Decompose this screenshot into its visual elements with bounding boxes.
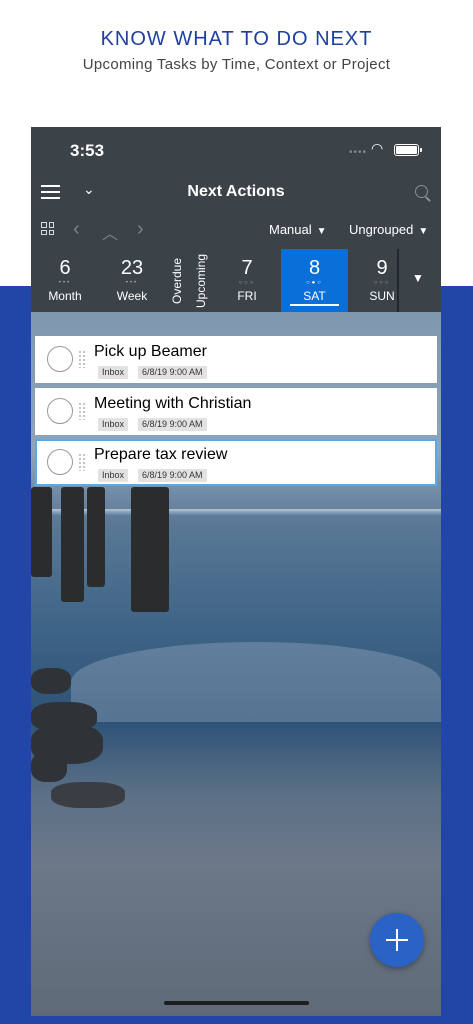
week-number: 23 <box>120 257 144 279</box>
hamburger-menu-icon[interactable] <box>41 185 60 199</box>
context-tag: Inbox <box>98 366 129 379</box>
month-dots: ••• <box>58 280 72 286</box>
chevron-right-icon[interactable]: › <box>137 218 144 241</box>
pier-post <box>131 487 169 612</box>
week-label: Week <box>116 289 148 303</box>
sat-number: 8 <box>308 257 321 279</box>
wifi-icon: ◠ <box>371 140 384 156</box>
date-tab-fri[interactable]: 7 ○○○ FRI <box>221 249 273 312</box>
sun-number: 9 <box>376 257 388 279</box>
sun-dots: ○○○ <box>373 280 391 286</box>
toolbar: ‹ ︿ › Manual ▼ Ungrouped ▼ <box>31 212 441 249</box>
sort-dropdown[interactable]: Manual ▼ <box>269 222 327 237</box>
drag-handle-icon[interactable] <box>78 402 86 420</box>
pier-post <box>31 487 52 577</box>
task-row[interactable]: Pick up Beamer Inbox 6/8/19 9:00 AM <box>35 336 437 383</box>
pier-post <box>61 487 84 602</box>
pier-post <box>87 487 105 587</box>
rock <box>51 782 125 808</box>
task-title: Pick up Beamer <box>94 343 207 360</box>
sort-label: Manual <box>269 222 312 237</box>
search-icon[interactable] <box>415 185 428 198</box>
complete-checkbox[interactable] <box>47 398 73 424</box>
due-date-tag: 6/8/19 9:00 AM <box>138 469 207 482</box>
chevron-down-icon[interactable]: ⌄ <box>83 181 95 198</box>
context-tag: Inbox <box>98 418 129 431</box>
status-time: 3:53 <box>70 141 105 160</box>
complete-checkbox[interactable] <box>47 449 73 475</box>
due-date-tag: 6/8/19 9:00 AM <box>138 366 207 379</box>
sat-dots: ○●○ <box>306 280 323 286</box>
signal-dots-icon: •••• <box>349 147 368 158</box>
date-strip: 6 ••• Month 23 ••• Week Overdue Upcoming… <box>31 249 441 312</box>
wave-foam <box>71 642 441 722</box>
task-row[interactable]: Prepare tax review Inbox 6/8/19 9:00 AM <box>35 439 437 486</box>
task-title: Meeting with Christian <box>94 395 252 412</box>
chevron-down-icon[interactable]: ▼ <box>412 271 424 285</box>
battery-icon <box>394 144 419 156</box>
drag-handle-icon[interactable] <box>78 453 86 471</box>
date-tab-week[interactable]: 23 ••• Week <box>105 249 159 312</box>
navigation-bar: ⌄ Next Actions <box>31 172 441 212</box>
task-title: Prepare tax review <box>94 446 228 463</box>
promo-subline: Upcoming Tasks by Time, Context or Proje… <box>82 56 391 73</box>
date-tab-sat[interactable]: 8 ○●○ SAT <box>281 249 348 312</box>
battery-tip <box>420 148 422 152</box>
date-tab-month[interactable]: 6 ••• Month <box>39 249 91 312</box>
complete-checkbox[interactable] <box>47 346 73 372</box>
grid-icon[interactable] <box>41 222 54 235</box>
date-tab-overdue[interactable]: Overdue <box>165 249 189 312</box>
promo-headline: KNOW WHAT TO DO NEXT <box>100 28 373 50</box>
task-row[interactable]: Meeting with Christian Inbox 6/8/19 9:00… <box>35 388 437 435</box>
status-bar: 3:53 •••• ◠ <box>31 127 441 172</box>
fri-dots: ○○○ <box>238 280 256 286</box>
fri-number: 7 <box>241 257 253 279</box>
chevron-down-icon: ▼ <box>418 226 429 237</box>
month-number: 6 <box>59 257 71 279</box>
sun-label: SUN <box>369 289 395 303</box>
phone-screen: 3:53 •••• ◠ ⌄ Next Actions ‹ ︿ › Manual ▼… <box>31 127 441 1016</box>
rock <box>31 668 71 694</box>
overdue-label: Overdue <box>170 257 184 304</box>
chevron-up-icon[interactable]: ︿ <box>102 220 118 244</box>
sat-label: SAT <box>303 289 326 303</box>
date-tab-upcoming[interactable]: Upcoming <box>189 249 213 312</box>
chevron-down-icon: ▼ <box>316 226 327 237</box>
group-dropdown[interactable]: Ungrouped ▼ <box>349 222 428 237</box>
fri-label: FRI <box>237 289 257 303</box>
date-tab-sun[interactable]: 9 ○○○ SUN <box>356 249 408 312</box>
home-indicator[interactable] <box>164 1001 309 1005</box>
group-label: Ungrouped <box>349 222 414 237</box>
rock <box>31 752 67 782</box>
drag-handle-icon[interactable] <box>78 350 86 368</box>
week-dots: ••• <box>125 280 139 286</box>
date-strip-divider <box>397 249 399 312</box>
add-task-button[interactable] <box>370 913 424 967</box>
upcoming-label: Upcoming <box>194 253 208 308</box>
month-label: Month <box>48 289 82 303</box>
due-date-tag: 6/8/19 9:00 AM <box>138 418 207 431</box>
selected-underline <box>290 304 339 306</box>
chevron-left-icon[interactable]: ‹ <box>73 218 80 241</box>
context-tag: Inbox <box>98 469 129 482</box>
